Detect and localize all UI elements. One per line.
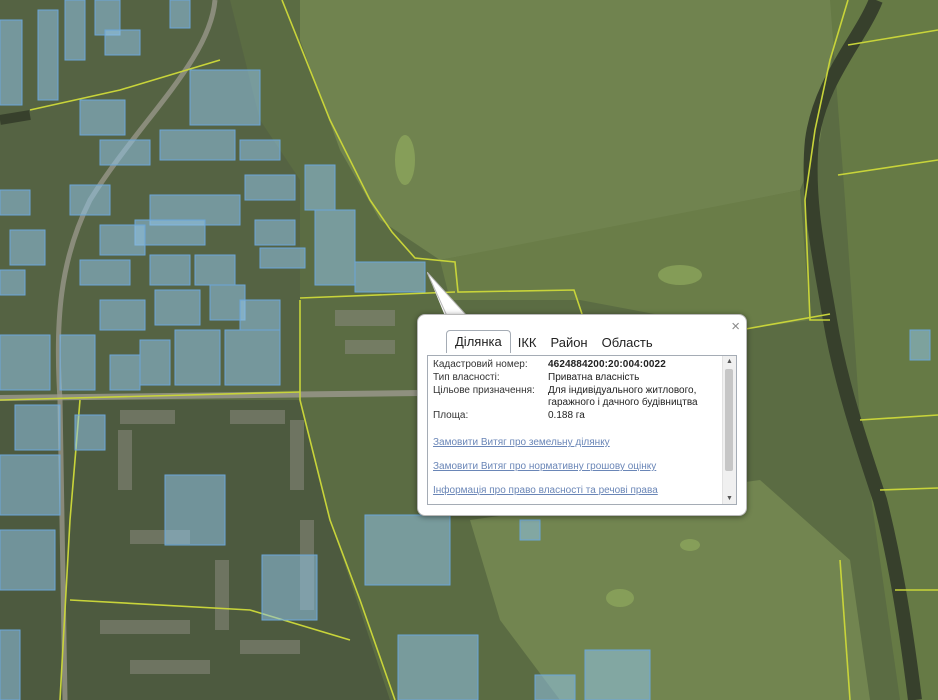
field-label: Кадастровий номер: bbox=[433, 359, 528, 370]
tab-parcel[interactable]: Ділянка bbox=[446, 330, 511, 353]
popup-pointer bbox=[427, 272, 473, 317]
order-valuation-extract-link[interactable]: Замовити Витяг про нормативну грошову оц… bbox=[433, 461, 718, 472]
ownership-info-link[interactable]: Інформація про право власності та речові… bbox=[433, 485, 718, 496]
field-label: Тип власності: bbox=[433, 372, 500, 383]
tab-ikk[interactable]: ІКК bbox=[511, 335, 544, 353]
scrollbar-thumb[interactable] bbox=[725, 369, 733, 471]
tab-district[interactable]: Район bbox=[543, 335, 594, 353]
ownership-type-row: Тип власності: Приватна власність bbox=[433, 372, 718, 384]
arrow-down-icon[interactable]: ▼ bbox=[723, 493, 736, 504]
arrow-up-icon[interactable]: ▲ bbox=[723, 356, 736, 367]
parcel-info-popup: × Ділянка ІКК Район Область Кадастровий … bbox=[417, 314, 747, 516]
field-label: Цільове призначення: bbox=[433, 385, 535, 396]
stream bbox=[0, 110, 31, 125]
cadastral-number-row: Кадастровий номер: 4624884200:20:004:002… bbox=[433, 359, 718, 371]
parcel-details-content: Кадастровий номер: 4624884200:20:004:002… bbox=[428, 356, 722, 504]
area-row: Площа: 0.188 га bbox=[433, 410, 718, 422]
field-label: Площа: bbox=[433, 410, 469, 421]
area-value: 0.188 га bbox=[548, 410, 585, 421]
popup-tabs: Ділянка ІКК Район Область bbox=[446, 330, 660, 353]
purpose-row: Цільове призначення: Для індивідуального… bbox=[433, 385, 718, 409]
cadastral-number-value: 4624884200:20:004:0022 bbox=[548, 359, 666, 370]
order-land-extract-link[interactable]: Замовити Витяг про земельну ділянку bbox=[433, 437, 718, 448]
panel-scrollbar[interactable]: ▲ ▼ bbox=[722, 356, 736, 504]
purpose-value: Для індивідуального житлового, гаражного… bbox=[548, 385, 698, 408]
close-icon[interactable]: × bbox=[731, 319, 740, 334]
ownership-type-value: Приватна власність bbox=[548, 372, 640, 383]
tab-region[interactable]: Область bbox=[595, 335, 660, 353]
parcel-details-panel: Кадастровий номер: 4624884200:20:004:002… bbox=[427, 355, 737, 505]
